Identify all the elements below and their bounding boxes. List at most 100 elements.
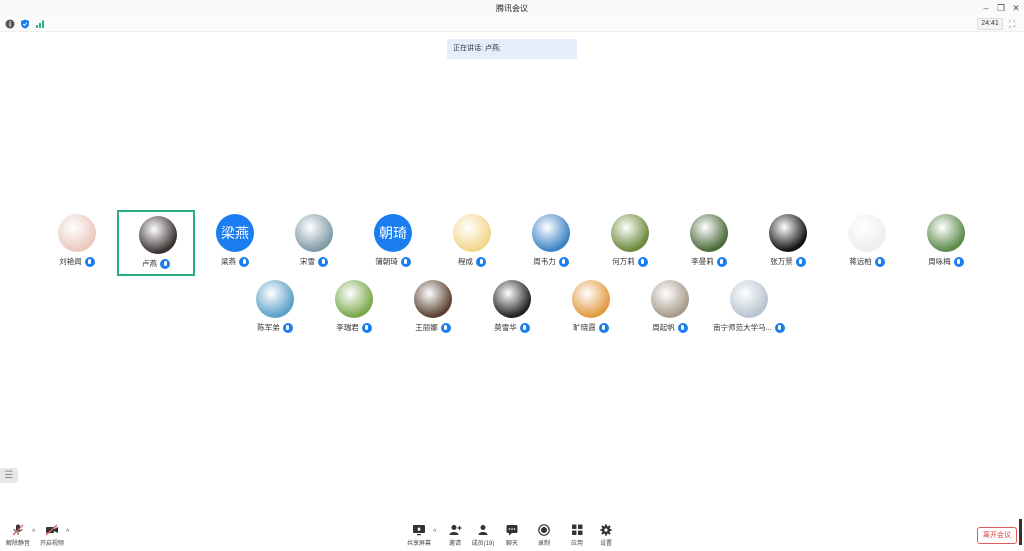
share-options-chevron-icon[interactable]: ^ [433, 529, 436, 536]
participant-tile[interactable]: 朝琦 蒲朝琦 [354, 210, 432, 276]
apps-button[interactable]: 应用 [562, 524, 592, 550]
participant-tile[interactable]: 周咏梅 [907, 210, 985, 276]
participant-tile[interactable]: 莫雪华 [473, 276, 551, 342]
share-screen-button[interactable]: 共享屏幕 [404, 524, 434, 550]
avatar [651, 280, 689, 318]
mic-icon [953, 257, 964, 268]
participant-tile[interactable]: 周韦力 [512, 210, 590, 276]
mic-icon [598, 323, 609, 334]
avatar [139, 216, 177, 254]
meeting-window: 腾讯会议 – ❐ ✕ 24:41 ⛶ 正在讲话: 卢燕; 刘艳闻 卢燕 梁燕 梁燕 宋雪… [0, 0, 1024, 551]
participant-name: 卢燕 [142, 259, 157, 268]
record-button[interactable]: 录制 [529, 524, 559, 550]
settings-label: 设置 [599, 541, 612, 547]
participant-name: 旷晓霞 [573, 323, 596, 332]
participant-tile[interactable]: 陈军弟 [236, 276, 314, 342]
participant-tile[interactable]: 何万莉 [591, 210, 669, 276]
participant-name-row: 李瑞君 [315, 322, 393, 334]
participant-name: 程成 [458, 257, 473, 266]
share-screen-label: 共享屏幕 [406, 541, 431, 547]
apps-icon [572, 524, 583, 535]
avatar [927, 214, 965, 252]
participant-name-row: 宋雪 [275, 256, 353, 268]
avatar: 梁燕 [216, 214, 254, 252]
mic-icon [677, 323, 688, 334]
scrollbar[interactable] [1019, 519, 1022, 545]
window-title: 腾讯会议 [496, 4, 528, 13]
participant-name: 蒋远柏 [849, 257, 872, 266]
participant-tile[interactable]: 南宁师范大学马... [710, 276, 788, 342]
members-button[interactable]: 成员(19) [468, 524, 498, 550]
participant-name-row: 蒋远柏 [828, 256, 906, 268]
participant-name-row: 张万景 [749, 256, 827, 268]
participant-name-row: 梁燕 [196, 256, 274, 268]
mic-muted-icon [12, 524, 24, 536]
participant-tile[interactable]: 旷晓霞 [552, 276, 630, 342]
chat-button[interactable]: 聊天 [497, 524, 527, 550]
members-icon [478, 525, 488, 535]
apps-label: 应用 [570, 541, 583, 547]
start-video-label: 开启视频 [39, 541, 64, 547]
participant-tile[interactable]: 卢燕 [117, 210, 195, 276]
share-screen-icon [413, 525, 425, 536]
unmute-button[interactable]: 解除静音 [3, 524, 33, 550]
invite-icon [449, 525, 462, 535]
avatar [58, 214, 96, 252]
members-label: 成员(19) [471, 541, 495, 547]
shield-icon[interactable] [20, 19, 30, 29]
avatar: 朝琦 [374, 214, 412, 252]
leave-meeting-button[interactable]: 离开会议 [977, 527, 1017, 544]
participant-name: 张万景 [770, 257, 793, 266]
mic-icon [400, 257, 411, 268]
participant-tile[interactable]: 李瑞君 [315, 276, 393, 342]
fullscreen-icon[interactable]: ⛶ [1009, 19, 1019, 29]
close-icon[interactable]: ✕ [1010, 2, 1022, 14]
participant-tile[interactable]: 蒋远柏 [828, 210, 906, 276]
minimize-icon[interactable]: – [980, 2, 992, 14]
participant-name-row: 刘艳闻 [38, 256, 116, 268]
avatar [730, 280, 768, 318]
signal-icon[interactable] [35, 19, 45, 29]
avatar [769, 214, 807, 252]
title-bar: 腾讯会议 – ❐ ✕ [0, 0, 1024, 16]
mic-icon [774, 323, 785, 334]
participant-tile[interactable]: 王丽娜 [394, 276, 472, 342]
record-label: 录制 [537, 541, 550, 547]
mic-icon [282, 323, 293, 334]
participant-tile[interactable]: 周起帆 [631, 276, 709, 342]
side-panel-handle-icon[interactable]: ☰ [0, 468, 18, 483]
mic-icon [361, 323, 372, 334]
camera-off-icon [45, 524, 58, 536]
avatar [295, 214, 333, 252]
video-options-chevron-icon[interactable]: ^ [66, 529, 69, 536]
audio-options-chevron-icon[interactable]: ^ [32, 529, 35, 536]
participant-tile[interactable]: 梁燕 梁燕 [196, 210, 274, 276]
participant-name-row: 周韦力 [512, 256, 590, 268]
mic-icon [476, 257, 486, 268]
restore-icon[interactable]: ❐ [995, 2, 1007, 14]
participant-tile[interactable]: 刘艳闻 [38, 210, 116, 276]
participant-tile[interactable]: 宋雪 [275, 210, 353, 276]
start-video-button[interactable]: 开启视频 [37, 524, 67, 550]
participant-name: 周韦力 [533, 257, 556, 266]
settings-button[interactable]: 设置 [591, 524, 621, 550]
participant-tile[interactable]: 程成 [433, 210, 511, 276]
participant-name: 周起帆 [652, 323, 675, 332]
participant-tile[interactable]: 张万景 [749, 210, 827, 276]
participant-name: 南宁师范大学马... [713, 323, 772, 332]
invite-button[interactable]: 邀请 [440, 524, 470, 550]
participant-name-row: 李曼莉 [670, 256, 748, 268]
participant-name: 梁燕 [221, 257, 236, 266]
participant-name: 李瑞君 [336, 323, 359, 332]
participant-tile[interactable]: 李曼莉 [670, 210, 748, 276]
bottom-toolbar: 解除静音 ^ 开启视频 ^ 共享屏幕 ^ 邀请 成员(19) 聊天 录制 应用 … [0, 520, 1024, 551]
avatar [256, 280, 294, 318]
participant-name: 莫雪华 [494, 323, 517, 332]
mic-icon [318, 257, 328, 268]
participant-name: 李曼莉 [691, 257, 714, 266]
participant-name: 何万莉 [612, 257, 635, 266]
avatar [335, 280, 373, 318]
info-icon[interactable] [5, 19, 15, 29]
participant-name-row: 何万莉 [591, 256, 669, 268]
participant-name-row: 旷晓霞 [552, 322, 630, 334]
